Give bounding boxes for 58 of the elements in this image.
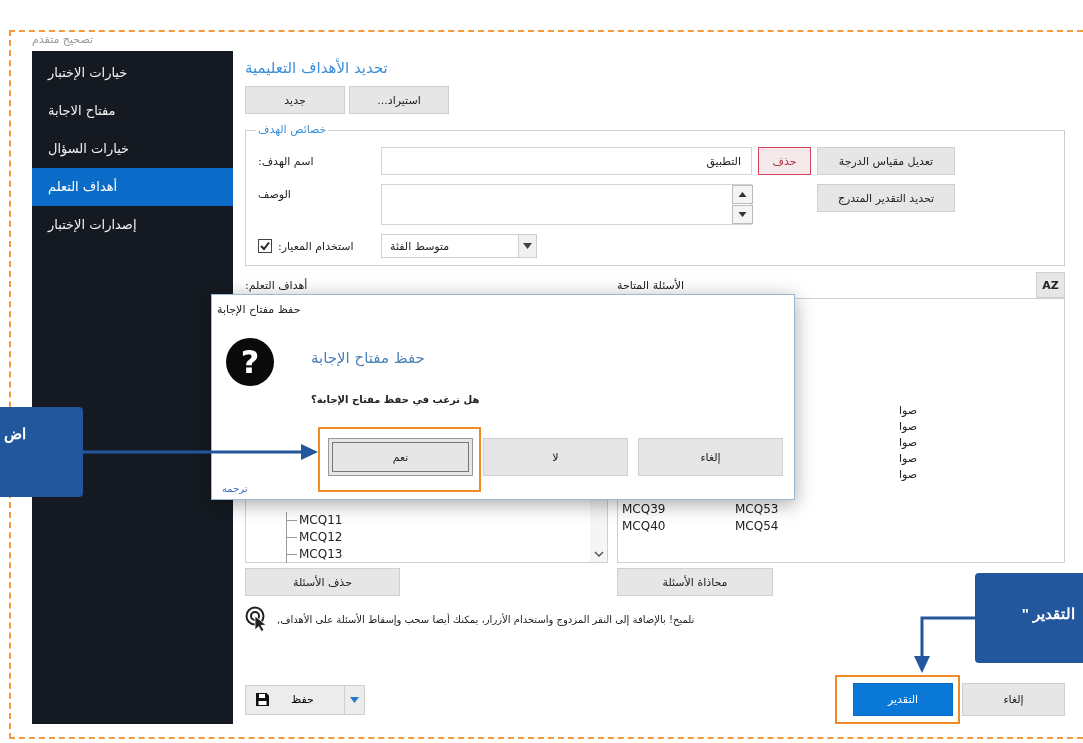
translate-link[interactable]: ترجمه — [222, 482, 248, 496]
tree-item[interactable]: MCQ11 — [287, 512, 343, 529]
pointer-target-icon — [245, 606, 269, 632]
sidebar-item[interactable]: خيارات السؤال — [32, 130, 233, 168]
chevron-down-icon[interactable] — [593, 551, 604, 558]
section-heading: تحديد الأهداف التعليمية — [245, 59, 388, 77]
field-label: الوصف — [258, 188, 291, 201]
caret-icon — [523, 243, 532, 249]
field-label: اسم الهدف: — [258, 154, 314, 168]
sidebar-item[interactable]: إصدارات الإختبار — [32, 206, 233, 244]
callout-text: اض — [4, 425, 26, 443]
question-icon: ? — [226, 338, 274, 386]
group-legend: خصائص الهدف — [256, 123, 329, 136]
question-item[interactable]: صوا — [899, 419, 918, 435]
question-item[interactable]: صوا — [899, 435, 918, 451]
dialog-title: حفظ مفتاح الإجابة — [217, 302, 301, 316]
spin-down-icon[interactable] — [732, 205, 753, 224]
grade-button[interactable]: التقدير — [853, 683, 953, 716]
check-icon — [260, 241, 270, 251]
remove-questions-button[interactable]: حذف الأسئلة — [245, 568, 400, 596]
description-field[interactable] — [381, 184, 752, 225]
list-label: الأسئلة المتاحة — [617, 278, 685, 292]
dialog-message: هل ترغب في حفظ مفتاح الإجابة؟ — [311, 393, 480, 408]
question-item[interactable]: MCQ39 — [622, 501, 666, 518]
cancel-button[interactable]: إلغاء — [962, 683, 1065, 716]
caret-icon[interactable] — [350, 696, 359, 703]
tree-item[interactable]: MCQ13 — [287, 546, 343, 563]
callout-text: التقدير " — [1021, 605, 1075, 623]
question-item[interactable]: MCQ54 — [735, 518, 779, 535]
dialog-button[interactable]: إلغاء — [638, 438, 783, 476]
sidebar-item[interactable]: أهداف التعلم — [32, 168, 233, 206]
question-item[interactable]: صوا — [899, 451, 918, 467]
tree-item[interactable]: MCQ12 — [287, 529, 343, 546]
sidebar-item[interactable]: مفتاح الاجابة — [32, 92, 233, 130]
spin-up-icon[interactable] — [732, 185, 753, 204]
save-button[interactable]: حفظ — [245, 684, 365, 715]
toolbar-button[interactable]: جديد — [245, 86, 345, 114]
window-title: تصحيح متقدم — [32, 33, 93, 46]
dialog-button[interactable]: لا — [483, 438, 628, 476]
tip-text: تلميح! بالإضافة إلى النقر المزدوج واستخدام الأزرار، يمكنك أيضا سحب وإسقاط الأسئلة على الأهداف, — [277, 613, 695, 625]
delete-button[interactable]: حذف — [758, 147, 811, 175]
question-item[interactable]: صوا — [899, 403, 918, 419]
checkbox[interactable] — [258, 239, 272, 253]
rubric-button[interactable]: تحديد التقدير المتدرج — [817, 184, 955, 212]
question-item[interactable]: صوا — [899, 467, 918, 483]
dialog-heading: حفظ مفتاح الإجابة — [311, 348, 425, 368]
dialog-button[interactable]: نعم — [328, 438, 473, 476]
sort-button[interactable]: AZ — [1036, 272, 1065, 298]
edit-scale-button[interactable]: تعديل مقياس الدرجة — [817, 147, 955, 175]
list-label: أهداف التعلم: — [245, 278, 308, 292]
criterion-dropdown[interactable]: متوسط الفئة — [381, 234, 537, 258]
toolbar-button[interactable]: استيراد... — [349, 86, 449, 114]
name-field[interactable]: التطبيق — [381, 147, 752, 175]
checkbox-label: استخدام المعيار: — [278, 239, 354, 253]
question-item[interactable]: MCQ53 — [735, 501, 779, 518]
question-item[interactable]: MCQ40 — [622, 518, 666, 535]
align-questions-button[interactable]: محاذاة الأسئلة — [617, 568, 773, 596]
sidebar-item[interactable]: خيارات الإختبار — [32, 54, 233, 92]
